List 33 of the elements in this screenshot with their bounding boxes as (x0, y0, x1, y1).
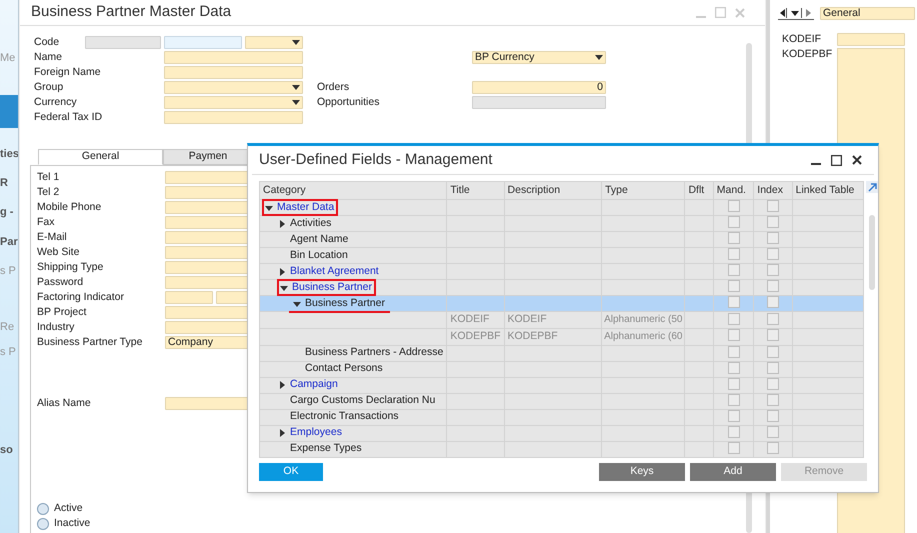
field-label: Industry (37, 320, 76, 335)
field-label: E-Mail (37, 230, 68, 245)
field-label: Opportunities (317, 94, 380, 110)
window-title: Business Partner Master Data (31, 2, 232, 22)
field-label: Mobile Phone (37, 200, 102, 215)
table-cell: Alphanumeric (60 (602, 328, 685, 345)
field-label: Password (37, 274, 84, 290)
table-cell: KODEIF (504, 312, 602, 328)
radio-label: Active (54, 500, 83, 516)
field-label: Web Site (37, 244, 80, 260)
table-cell: KODEPBF (504, 328, 602, 345)
field-label: Alias Name (37, 396, 92, 411)
field-label: KODEIF (781, 33, 822, 46)
field-label: Group (34, 80, 64, 95)
field-label: Name (34, 50, 64, 65)
field-label: Shipping Type (37, 260, 104, 275)
field-label: Code (34, 34, 60, 50)
radio-label: Inactive (54, 516, 90, 531)
table-cell: Alphanumeric (50 (602, 312, 685, 328)
table-cell: KODEIF (446, 312, 504, 328)
field-label: Foreign Name (34, 64, 102, 80)
dialog-title: User-Defined Fields - Management (259, 150, 492, 170)
field-label: Factoring Indicator (37, 290, 125, 305)
table-cell: KODEPBF (446, 328, 504, 345)
field-label: Tel 2 (37, 184, 60, 200)
field-label: BP Project (37, 304, 88, 320)
field-label: Tel 1 (37, 170, 60, 185)
field-label: Currency (34, 94, 78, 110)
field-label: Orders (317, 80, 350, 95)
field-label: Federal Tax ID (34, 110, 104, 125)
field-label: Fax (37, 214, 56, 230)
field-label: KODEPBF (781, 48, 834, 61)
field-label: Business Partner Type (37, 334, 144, 350)
